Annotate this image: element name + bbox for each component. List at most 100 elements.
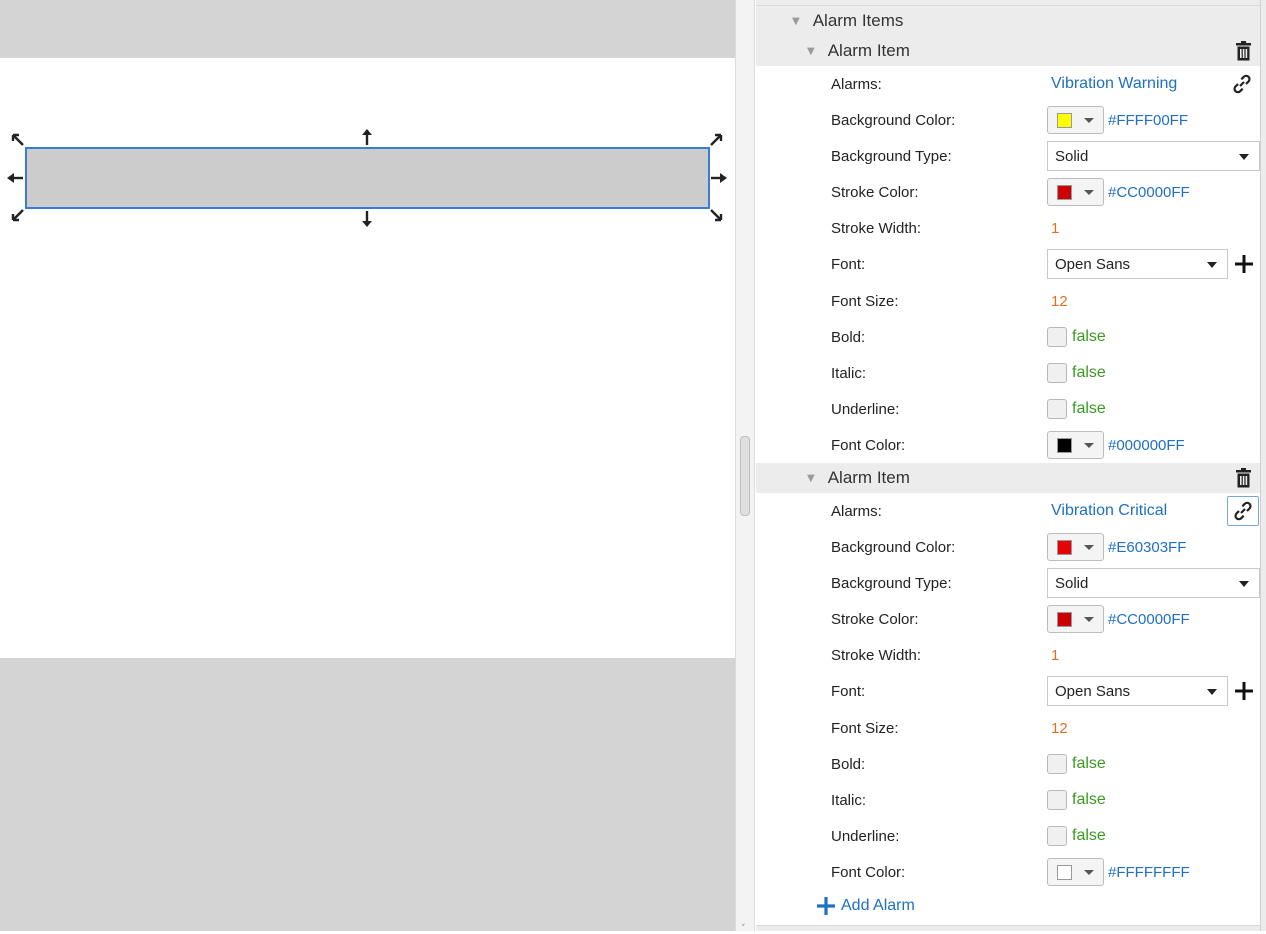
panel-scrollbar[interactable]	[1260, 0, 1266, 931]
link-icon[interactable]	[1227, 70, 1257, 98]
color-hex-value[interactable]: #FFFFFFFF	[1108, 864, 1190, 881]
font-size-label: Font Size:	[831, 292, 899, 310]
font-size-row: Font Size: 12	[756, 710, 1260, 746]
alarm-item-title: Alarm Item	[827, 41, 910, 60]
bold-value: false	[1072, 755, 1106, 772]
resize-handle-e-icon[interactable]	[709, 168, 729, 188]
color-picker-button[interactable]	[1047, 106, 1104, 134]
font-label: Font:	[831, 682, 866, 700]
italic-checkbox[interactable]	[1047, 790, 1067, 810]
design-canvas[interactable]	[0, 0, 735, 931]
font-color-label: Font Color:	[831, 436, 906, 454]
color-picker-button[interactable]	[1047, 178, 1104, 206]
property-panel: ▼ Alarm Items ▼ Alarm Item Alarms: Vibra…	[756, 0, 1260, 931]
color-hex-value[interactable]: #E60303FF	[1108, 539, 1186, 556]
underline-row: Underline: false	[756, 391, 1260, 427]
background-color-row: Background Color: #E60303FF	[756, 529, 1260, 565]
alarms-row: Alarms: Vibration Critical	[756, 493, 1260, 529]
resize-handle-se-icon[interactable]	[706, 205, 726, 225]
alarm-item-header[interactable]: ▼ Alarm Item	[756, 463, 1260, 493]
stroke-width-value[interactable]: 1	[1051, 647, 1059, 664]
alarms-link[interactable]: Vibration Warning	[1051, 75, 1177, 93]
alarms-label: Alarms:	[831, 502, 882, 520]
chevron-down-icon	[1084, 544, 1094, 550]
background-type-row: Background Type: Solid	[756, 565, 1260, 601]
font-label: Font:	[831, 255, 866, 273]
stroke-width-label: Stroke Width:	[831, 219, 922, 237]
add-font-plus-icon[interactable]	[1234, 681, 1254, 701]
resize-handle-nw-icon[interactable]	[8, 130, 28, 150]
bold-checkbox[interactable]	[1047, 754, 1067, 774]
background-color-label: Background Color:	[831, 538, 956, 556]
color-hex-value[interactable]: #CC0000FF	[1108, 184, 1190, 201]
color-picker-button[interactable]	[1047, 858, 1104, 886]
font-size-value[interactable]: 12	[1051, 720, 1068, 737]
panel-splitter[interactable]: ˄ ˅	[735, 0, 755, 934]
underline-checkbox[interactable]	[1047, 399, 1067, 419]
bold-row: Bold: false	[756, 746, 1260, 782]
italic-label: Italic:	[831, 364, 867, 382]
trash-icon[interactable]	[1235, 41, 1252, 61]
font-select[interactable]: Open Sans	[1047, 676, 1228, 706]
font-color-label: Font Color:	[831, 863, 906, 881]
chevron-down-icon	[1239, 581, 1249, 587]
stroke-color-label: Stroke Color:	[831, 183, 919, 201]
trash-icon[interactable]	[1235, 468, 1252, 488]
alarm-item-title: Alarm Item	[827, 468, 910, 487]
bold-label: Bold:	[831, 328, 866, 346]
resize-handle-ne-icon[interactable]	[706, 130, 726, 150]
stroke-width-row: Stroke Width: 1	[756, 210, 1260, 246]
bold-checkbox[interactable]	[1047, 327, 1067, 347]
italic-checkbox[interactable]	[1047, 363, 1067, 383]
background-type-row: Background Type: Solid	[756, 138, 1260, 174]
font-size-row: Font Size: 12	[756, 283, 1260, 319]
background-type-label: Background Type:	[831, 147, 952, 165]
italic-label: Italic:	[831, 791, 867, 809]
stroke-width-row: Stroke Width: 1	[756, 637, 1260, 673]
select-value: Open Sans	[1055, 682, 1131, 700]
font-select[interactable]: Open Sans	[1047, 249, 1228, 279]
background-type-select[interactable]: Solid	[1047, 141, 1260, 171]
color-picker-button[interactable]	[1047, 431, 1104, 459]
add-font-plus-icon[interactable]	[1234, 254, 1254, 274]
add-alarm-button[interactable]: Add Alarm	[816, 896, 915, 916]
color-hex-value[interactable]: #FFFF00FF	[1108, 112, 1188, 129]
italic-row: Italic: false	[756, 782, 1260, 818]
collapse-icon[interactable]: ▼	[792, 16, 800, 27]
background-color-label: Background Color:	[831, 111, 956, 129]
font-size-value[interactable]: 12	[1051, 293, 1068, 310]
resize-handle-n-icon[interactable]	[357, 127, 377, 147]
color-hex-value[interactable]: #000000FF	[1108, 437, 1185, 454]
alarm-items-header[interactable]: ▼ Alarm Items	[756, 6, 1260, 36]
scroll-down-icon[interactable]: ˅	[741, 924, 746, 934]
splitter-thumb[interactable]	[740, 436, 750, 516]
link-icon[interactable]	[1227, 496, 1259, 526]
underline-value: false	[1072, 827, 1106, 844]
select-value: Open Sans	[1055, 255, 1131, 273]
resize-handle-s-icon[interactable]	[357, 209, 377, 229]
alarms-link[interactable]: Vibration Critical	[1051, 502, 1167, 520]
color-hex-value[interactable]: #CC0000FF	[1108, 611, 1190, 628]
chevron-down-icon	[1207, 262, 1217, 268]
font-row: Font: Open Sans	[756, 673, 1260, 709]
select-value: Solid	[1055, 574, 1089, 592]
resize-handle-sw-icon[interactable]	[8, 205, 28, 225]
stroke-width-value[interactable]: 1	[1051, 220, 1059, 237]
selected-shape[interactable]	[25, 147, 710, 209]
stroke-color-row: Stroke Color: #CC0000FF	[756, 174, 1260, 210]
color-swatch	[1057, 611, 1072, 627]
color-picker-button[interactable]	[1047, 533, 1104, 561]
color-picker-button[interactable]	[1047, 605, 1104, 633]
italic-value: false	[1072, 364, 1106, 381]
collapse-icon[interactable]: ▼	[807, 46, 815, 57]
chevron-down-icon	[1084, 869, 1094, 875]
background-type-select[interactable]: Solid	[1047, 568, 1260, 598]
collapse-icon[interactable]: ▼	[807, 473, 815, 484]
underline-checkbox[interactable]	[1047, 826, 1067, 846]
underline-value: false	[1072, 400, 1106, 417]
panel-bottom-bar	[756, 925, 1260, 931]
background-type-label: Background Type:	[831, 574, 952, 592]
resize-handle-w-icon[interactable]	[5, 168, 25, 188]
alarm-item-header[interactable]: ▼ Alarm Item	[756, 36, 1260, 66]
scroll-up-icon[interactable]: ˄	[741, 0, 746, 7]
